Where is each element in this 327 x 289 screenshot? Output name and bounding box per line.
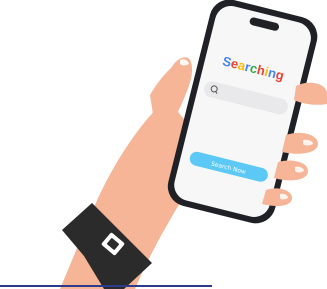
phone-screen — [174, 5, 311, 217]
finger-top — [294, 82, 327, 105]
phone: Searching Search Now — [167, 0, 318, 224]
illustration-stage: Searching Search Now — [0, 0, 327, 289]
hand-holding-phone-illustration: Searching Search Now — [0, 0, 327, 289]
